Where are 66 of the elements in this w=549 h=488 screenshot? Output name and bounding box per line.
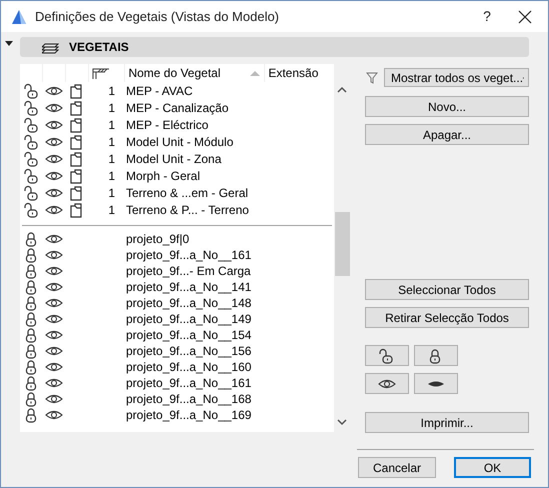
extension-column-header[interactable]: Extensão <box>265 64 334 82</box>
table-cell-text: Terreno & P... - Terreno <box>126 202 249 218</box>
table-cell-text: Model Unit - Módulo <box>126 134 234 150</box>
table-cell-text: 1 <box>108 184 115 202</box>
table-cell-text: projeto_9f...a_No__169 <box>126 407 252 424</box>
column-header[interactable] <box>88 64 126 82</box>
app-icon <box>10 8 28 26</box>
table-cell-text: 1 <box>108 150 115 168</box>
table-cell-text: Terreno & ...em - Geral <box>126 184 248 202</box>
table-cell-text: projeto_9f...a_No__154 <box>126 327 252 344</box>
table-cell-text: projeto_9f|0 <box>126 231 190 248</box>
table-cell-text: 1 <box>108 82 115 100</box>
table-cell-text: projeto_9f...a_No__141 <box>126 279 252 296</box>
collapse-icon <box>5 41 13 46</box>
filter-icon <box>366 72 378 84</box>
table-cell-text: MEP - AVAC <box>126 82 193 100</box>
column-label: Nome do Vegetal <box>128 65 222 82</box>
cancel-button[interactable]: Cancelar <box>358 457 436 478</box>
table-cell-text: Morph - Geral <box>126 168 200 184</box>
scroll-down-icon <box>337 418 348 426</box>
folder-icon <box>68 150 84 166</box>
folder-icon <box>68 100 84 116</box>
delete-button[interactable]: Apagar... <box>365 124 529 145</box>
folder-icon <box>68 82 84 98</box>
table-cell-text: projeto_9f...a_No__148 <box>126 295 252 312</box>
table-cell-text: 1 <box>108 100 115 116</box>
folder-icon <box>68 134 84 150</box>
hide-all-button[interactable] <box>414 373 458 394</box>
table-cell-text: projeto_9f...a_No__160 <box>126 359 252 376</box>
dropdown-value: Mostrar todos os veget... <box>391 70 524 86</box>
table-cell-text: projeto_9f...a_No__168 <box>126 391 252 408</box>
folder-icon <box>68 184 84 200</box>
scroll-thumb[interactable] <box>335 212 350 276</box>
table-cell-text: Model Unit - Zona <box>126 150 222 168</box>
select-all-button[interactable]: Seleccionar Todos <box>365 279 529 300</box>
table-cell-text: 1 <box>108 202 115 218</box>
close-icon <box>518 10 532 24</box>
filter-dropdown[interactable]: Mostrar todos os veget... <box>384 68 529 87</box>
scroll-up-icon <box>337 86 348 94</box>
table-cell-text: 1 <box>108 168 115 184</box>
folder-icon <box>68 116 84 132</box>
table-cell-text: MEP - Canalização <box>126 100 228 116</box>
name-column-header[interactable]: Nome do Vegetal <box>125 64 266 82</box>
help-button[interactable]: ? <box>472 2 502 32</box>
ok-button[interactable]: OK <box>454 457 531 478</box>
table-cell-text: 1 <box>108 116 115 134</box>
table-cell-text: projeto_9f...a_No__161 <box>126 375 252 392</box>
table-cell-text: projeto_9f...a_No__156 <box>126 343 252 360</box>
lock-all-button[interactable] <box>414 345 458 366</box>
sort-icon <box>250 70 260 76</box>
print-button[interactable]: Imprimir... <box>365 412 529 433</box>
folder-icon <box>68 202 84 218</box>
table-cell-text: projeto_9f...- Em Carga <box>126 263 251 280</box>
show-all-button[interactable] <box>365 373 409 394</box>
unlock-all-button[interactable] <box>365 345 409 366</box>
table-cell-text: projeto_9f...a_No__149 <box>126 311 252 328</box>
table-cell-text: projeto_9f...a_No__161 <box>126 247 252 264</box>
window-title: Definições de Vegetais (Vistas do Modelo) <box>35 8 280 26</box>
folder-icon <box>68 168 84 184</box>
section-title: VEGETAIS <box>69 39 129 56</box>
new-button[interactable]: Novo... <box>365 96 529 117</box>
hatch-icon <box>92 66 110 80</box>
layers-icon <box>42 40 59 54</box>
table-cell-text: 1 <box>108 134 115 150</box>
table-cell-text: MEP - Eléctrico <box>126 116 208 134</box>
deselect-all-button[interactable]: Retirar Selecção Todos <box>365 307 529 328</box>
